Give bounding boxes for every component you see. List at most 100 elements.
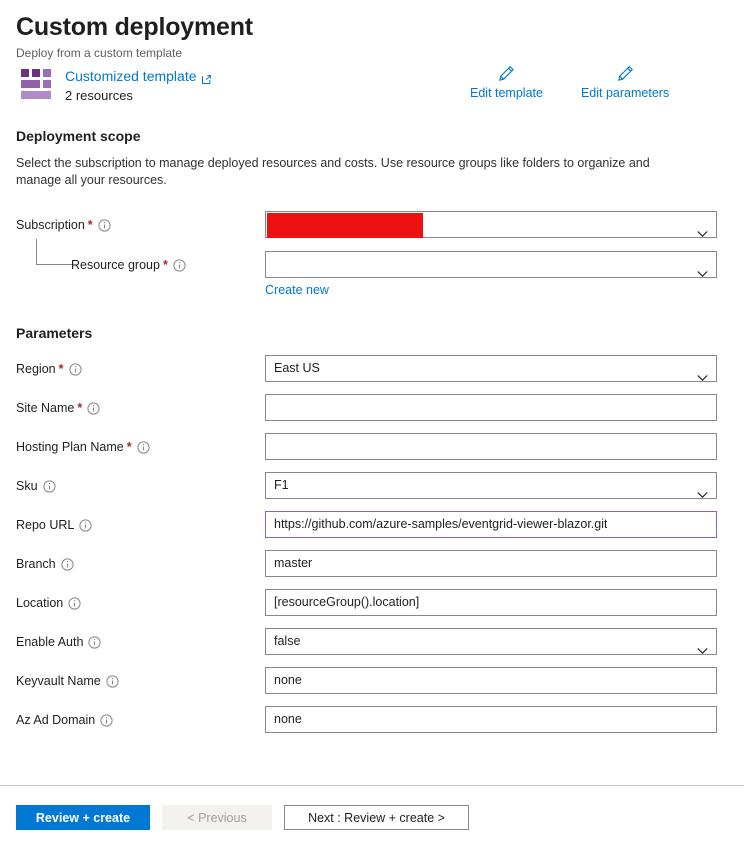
- az-ad-domain-input[interactable]: none: [265, 706, 717, 733]
- keyvault-name-field: none: [265, 667, 717, 694]
- edit-parameters-button[interactable]: Edit parameters: [581, 64, 669, 100]
- parameters-heading: Parameters: [16, 325, 93, 341]
- deployment-scope-description: Select the subscription to manage deploy…: [16, 156, 650, 187]
- keyvault-name-label-text: Keyvault Name: [16, 674, 101, 688]
- az-ad-domain-row: Az Ad Domain none: [16, 706, 728, 733]
- subscription-label-text: Subscription: [16, 218, 85, 232]
- chevron-down-icon: [697, 365, 708, 381]
- enable-auth-value: false: [274, 634, 301, 648]
- info-icon[interactable]: [88, 636, 102, 649]
- info-icon[interactable]: [100, 714, 113, 727]
- template-resource-count: 2 resources: [65, 88, 133, 103]
- site-name-row: Site Name *: [16, 394, 728, 421]
- enable-auth-select[interactable]: false: [265, 628, 717, 655]
- resource-group-label-text: Resource group: [71, 258, 160, 272]
- chevron-down-icon: [697, 638, 708, 654]
- template-icon: [21, 69, 51, 99]
- repo-url-row: Repo URL https://github.com/azure-samples…: [16, 511, 728, 538]
- branch-value: master: [274, 556, 313, 570]
- branch-field: master: [265, 550, 717, 577]
- footer-actions: Review + create < Previous Next : Review…: [16, 805, 469, 830]
- sku-select[interactable]: F1: [265, 472, 717, 499]
- required-asterisk: *: [87, 218, 93, 232]
- enable-auth-field: false: [265, 628, 717, 655]
- keyvault-name-input[interactable]: none: [265, 667, 717, 694]
- page-subtitle: Deploy from a custom template: [16, 46, 183, 60]
- info-icon[interactable]: [68, 597, 81, 610]
- resource-group-select[interactable]: [265, 251, 717, 278]
- info-icon[interactable]: [173, 259, 186, 272]
- resource-group-row: Resource group * Create new: [16, 239, 728, 299]
- review-create-button[interactable]: Review + create: [16, 805, 150, 830]
- enable-auth-label: Enable Auth: [16, 628, 265, 651]
- repo-url-field: https://github.com/azure-samples/eventgr…: [265, 511, 717, 538]
- enable-auth-label-text: Enable Auth: [16, 635, 84, 649]
- info-icon[interactable]: [87, 402, 100, 415]
- repo-url-input[interactable]: https://github.com/azure-samples/eventgr…: [265, 511, 717, 538]
- az-ad-domain-label: Az Ad Domain: [16, 706, 265, 729]
- redaction-block: [267, 213, 423, 238]
- site-name-input[interactable]: [265, 394, 717, 421]
- hosting-plan-name-input[interactable]: [265, 433, 717, 460]
- required-asterisk: *: [77, 401, 83, 415]
- edit-parameters-label: Edit parameters: [580, 86, 670, 100]
- region-label: Region *: [16, 355, 265, 378]
- required-asterisk: *: [126, 440, 132, 454]
- pencil-icon: [497, 64, 516, 83]
- site-name-field: [265, 394, 717, 421]
- pencil-icon: [616, 64, 635, 83]
- location-value: [resourceGroup().location]: [274, 595, 420, 609]
- form-content: Deployment scope Select the subscription…: [0, 127, 744, 733]
- info-icon[interactable]: [68, 363, 82, 376]
- sku-field: F1: [265, 472, 717, 499]
- hosting-plan-name-field: [265, 433, 717, 460]
- sku-value: F1: [274, 478, 289, 492]
- branch-row: Branch master: [16, 550, 728, 577]
- custom-deployment-page: Custom deployment Deploy from a custom t…: [0, 0, 744, 841]
- location-label: Location: [16, 589, 265, 612]
- page-title: Custom deployment: [16, 13, 253, 41]
- region-row: Region * East US: [16, 355, 728, 382]
- sku-label-text: Sku: [16, 479, 38, 493]
- deployment-scope-heading: Deployment scope: [16, 128, 141, 144]
- chevron-down-icon: [697, 261, 708, 277]
- branch-input[interactable]: master: [265, 550, 717, 577]
- hosting-plan-name-row: Hosting Plan Name *: [16, 433, 728, 460]
- repo-url-label-text: Repo URL: [16, 518, 75, 532]
- external-link-icon: [201, 72, 212, 84]
- chevron-down-icon: [697, 221, 708, 237]
- region-select[interactable]: East US: [265, 355, 717, 382]
- site-name-label-text: Site Name: [16, 401, 75, 415]
- location-field: [resourceGroup().location]: [265, 589, 717, 616]
- parameters-list: Region * East US Site Name * Hosting Plan Nam…: [16, 355, 728, 733]
- template-edit-actions: Edit template Edit parameters: [470, 64, 669, 100]
- customized-template-link[interactable]: Customized template: [65, 67, 197, 85]
- info-icon[interactable]: [42, 480, 56, 493]
- subscription-select[interactable]: [265, 211, 717, 238]
- location-input[interactable]: [resourceGroup().location]: [265, 589, 717, 616]
- info-icon[interactable]: [136, 441, 150, 454]
- enable-auth-row: Enable Auth false: [16, 628, 728, 655]
- az-ad-domain-label-text: Az Ad Domain: [16, 713, 96, 727]
- info-icon[interactable]: [98, 219, 111, 232]
- keyvault-name-label: Keyvault Name: [16, 667, 265, 690]
- hosting-plan-name-label-text: Hosting Plan Name: [16, 440, 124, 454]
- required-asterisk: *: [58, 362, 64, 376]
- branch-label: Branch: [16, 550, 265, 573]
- create-new-resource-group-link[interactable]: Create new: [265, 282, 329, 298]
- info-icon[interactable]: [61, 558, 74, 571]
- info-icon[interactable]: [79, 519, 92, 532]
- repo-url-value: https://github.com/azure-samples/eventgr…: [274, 517, 608, 531]
- hosting-plan-name-label: Hosting Plan Name *: [16, 433, 265, 456]
- keyvault-name-row: Keyvault Name none: [16, 667, 728, 694]
- previous-button: < Previous: [162, 805, 272, 830]
- az-ad-domain-value: none: [274, 712, 302, 726]
- location-label-text: Location: [16, 596, 64, 610]
- next-review-create-button[interactable]: Next : Review + create >: [284, 805, 469, 830]
- info-icon[interactable]: [106, 675, 119, 688]
- region-label-text: Region: [16, 362, 56, 376]
- site-name-label: Site Name *: [16, 394, 265, 417]
- tree-connector: [36, 239, 72, 265]
- edit-template-button[interactable]: Edit template: [470, 64, 543, 100]
- sku-label: Sku: [16, 472, 265, 495]
